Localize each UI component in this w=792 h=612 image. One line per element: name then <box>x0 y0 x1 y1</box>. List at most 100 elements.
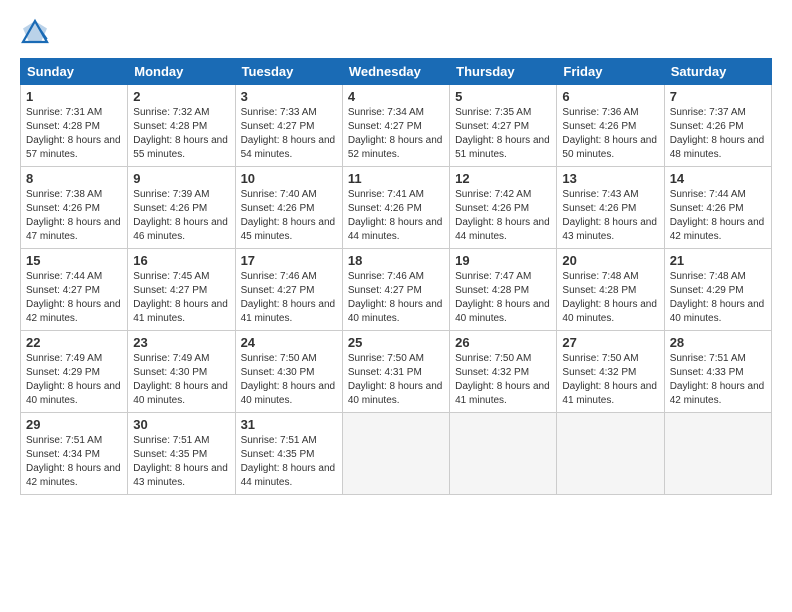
day-number: 9 <box>133 171 229 186</box>
day-cell-1: 1 Sunrise: 7:31 AMSunset: 4:28 PMDaylight… <box>21 85 128 167</box>
day-info: Sunrise: 7:47 AMSunset: 4:28 PMDaylight:… <box>455 271 550 324</box>
day-info: Sunrise: 7:46 AMSunset: 4:27 PMDaylight:… <box>348 271 443 324</box>
day-number: 4 <box>348 89 444 104</box>
empty-cell <box>450 413 557 495</box>
day-info: Sunrise: 7:42 AMSunset: 4:26 PMDaylight:… <box>455 189 550 242</box>
day-cell-10: 10 Sunrise: 7:40 AMSunset: 4:26 PMDayligh… <box>235 167 342 249</box>
day-number: 3 <box>241 89 337 104</box>
day-info: Sunrise: 7:36 AMSunset: 4:26 PMDaylight:… <box>562 107 657 160</box>
week-row-3: 22 Sunrise: 7:49 AMSunset: 4:29 PMDayligh… <box>21 331 772 413</box>
day-number: 12 <box>455 171 551 186</box>
week-row-4: 29 Sunrise: 7:51 AMSunset: 4:34 PMDayligh… <box>21 413 772 495</box>
day-cell-6: 6 Sunrise: 7:36 AMSunset: 4:26 PMDaylight… <box>557 85 664 167</box>
day-number: 24 <box>241 335 337 350</box>
page: SundayMondayTuesdayWednesdayThursdayFrid… <box>0 0 792 505</box>
day-number: 20 <box>562 253 658 268</box>
day-number: 25 <box>348 335 444 350</box>
day-info: Sunrise: 7:49 AMSunset: 4:30 PMDaylight:… <box>133 353 228 406</box>
day-number: 10 <box>241 171 337 186</box>
day-info: Sunrise: 7:46 AMSunset: 4:27 PMDaylight:… <box>241 271 336 324</box>
day-cell-9: 9 Sunrise: 7:39 AMSunset: 4:26 PMDaylight… <box>128 167 235 249</box>
day-cell-5: 5 Sunrise: 7:35 AMSunset: 4:27 PMDaylight… <box>450 85 557 167</box>
day-cell-18: 18 Sunrise: 7:46 AMSunset: 4:27 PMDayligh… <box>342 249 449 331</box>
week-row-1: 8 Sunrise: 7:38 AMSunset: 4:26 PMDaylight… <box>21 167 772 249</box>
day-number: 2 <box>133 89 229 104</box>
logo <box>20 18 54 48</box>
day-number: 15 <box>26 253 122 268</box>
day-info: Sunrise: 7:35 AMSunset: 4:27 PMDaylight:… <box>455 107 550 160</box>
day-number: 16 <box>133 253 229 268</box>
day-number: 23 <box>133 335 229 350</box>
empty-cell <box>664 413 771 495</box>
calendar-header: SundayMondayTuesdayWednesdayThursdayFrid… <box>21 59 772 85</box>
day-cell-21: 21 Sunrise: 7:48 AMSunset: 4:29 PMDayligh… <box>664 249 771 331</box>
day-info: Sunrise: 7:50 AMSunset: 4:31 PMDaylight:… <box>348 353 443 406</box>
header-monday: Monday <box>128 59 235 85</box>
day-info: Sunrise: 7:51 AMSunset: 4:35 PMDaylight:… <box>133 435 228 488</box>
day-info: Sunrise: 7:48 AMSunset: 4:28 PMDaylight:… <box>562 271 657 324</box>
day-number: 30 <box>133 417 229 432</box>
day-number: 29 <box>26 417 122 432</box>
day-number: 17 <box>241 253 337 268</box>
day-cell-16: 16 Sunrise: 7:45 AMSunset: 4:27 PMDayligh… <box>128 249 235 331</box>
day-info: Sunrise: 7:41 AMSunset: 4:26 PMDaylight:… <box>348 189 443 242</box>
day-info: Sunrise: 7:43 AMSunset: 4:26 PMDaylight:… <box>562 189 657 242</box>
calendar-body: 1 Sunrise: 7:31 AMSunset: 4:28 PMDaylight… <box>21 85 772 495</box>
day-cell-26: 26Sunrise: 7:50 AMSunset: 4:32 PMDayligh… <box>450 331 557 413</box>
calendar: SundayMondayTuesdayWednesdayThursdayFrid… <box>20 58 772 495</box>
day-cell-3: 3Sunrise: 7:33 AMSunset: 4:27 PMDaylight… <box>235 85 342 167</box>
day-info: Sunrise: 7:50 AMSunset: 4:32 PMDaylight:… <box>455 353 550 406</box>
day-cell-28: 28Sunrise: 7:51 AMSunset: 4:33 PMDayligh… <box>664 331 771 413</box>
day-info: Sunrise: 7:31 AMSunset: 4:28 PMDaylight:… <box>26 107 121 160</box>
day-info: Sunrise: 7:39 AMSunset: 4:26 PMDaylight:… <box>133 189 228 242</box>
day-number: 11 <box>348 171 444 186</box>
day-number: 1 <box>26 89 122 104</box>
day-info: Sunrise: 7:44 AMSunset: 4:27 PMDaylight:… <box>26 271 121 324</box>
day-info: Sunrise: 7:37 AMSunset: 4:26 PMDaylight:… <box>670 107 765 160</box>
day-info: Sunrise: 7:34 AMSunset: 4:27 PMDaylight:… <box>348 107 443 160</box>
day-cell-4: 4 Sunrise: 7:34 AMSunset: 4:27 PMDaylight… <box>342 85 449 167</box>
day-cell-19: 19 Sunrise: 7:47 AMSunset: 4:28 PMDayligh… <box>450 249 557 331</box>
header-tuesday: Tuesday <box>235 59 342 85</box>
day-number: 28 <box>670 335 766 350</box>
day-cell-24: 24 Sunrise: 7:50 AMSunset: 4:30 PMDayligh… <box>235 331 342 413</box>
day-number: 18 <box>348 253 444 268</box>
day-number: 22 <box>26 335 122 350</box>
day-number: 5 <box>455 89 551 104</box>
header-wednesday: Wednesday <box>342 59 449 85</box>
day-info: Sunrise: 7:49 AMSunset: 4:29 PMDaylight:… <box>26 353 121 406</box>
header-friday: Friday <box>557 59 664 85</box>
day-number: 13 <box>562 171 658 186</box>
day-cell-22: 22 Sunrise: 7:49 AMSunset: 4:29 PMDayligh… <box>21 331 128 413</box>
day-info: Sunrise: 7:48 AMSunset: 4:29 PMDaylight:… <box>670 271 765 324</box>
day-info: Sunrise: 7:51 AMSunset: 4:34 PMDaylight:… <box>26 435 121 488</box>
day-cell-27: 27 Sunrise: 7:50 AMSunset: 4:32 PMDayligh… <box>557 331 664 413</box>
day-number: 7 <box>670 89 766 104</box>
day-cell-23: 23 Sunrise: 7:49 AMSunset: 4:30 PMDayligh… <box>128 331 235 413</box>
day-cell-15: 15 Sunrise: 7:44 AMSunset: 4:27 PMDayligh… <box>21 249 128 331</box>
day-info: Sunrise: 7:38 AMSunset: 4:26 PMDaylight:… <box>26 189 121 242</box>
week-row-2: 15 Sunrise: 7:44 AMSunset: 4:27 PMDayligh… <box>21 249 772 331</box>
day-info: Sunrise: 7:44 AMSunset: 4:26 PMDaylight:… <box>670 189 765 242</box>
day-info: Sunrise: 7:50 AMSunset: 4:30 PMDaylight:… <box>241 353 336 406</box>
day-info: Sunrise: 7:32 AMSunset: 4:28 PMDaylight:… <box>133 107 228 160</box>
day-info: Sunrise: 7:40 AMSunset: 4:26 PMDaylight:… <box>241 189 336 242</box>
day-cell-12: 12 Sunrise: 7:42 AMSunset: 4:26 PMDayligh… <box>450 167 557 249</box>
day-number: 8 <box>26 171 122 186</box>
header <box>20 18 772 48</box>
day-number: 21 <box>670 253 766 268</box>
day-cell-7: 7 Sunrise: 7:37 AMSunset: 4:26 PMDaylight… <box>664 85 771 167</box>
day-number: 19 <box>455 253 551 268</box>
day-cell-31: 31Sunrise: 7:51 AMSunset: 4:35 PMDayligh… <box>235 413 342 495</box>
logo-icon <box>20 18 50 48</box>
day-number: 27 <box>562 335 658 350</box>
day-info: Sunrise: 7:45 AMSunset: 4:27 PMDaylight:… <box>133 271 228 324</box>
day-cell-8: 8 Sunrise: 7:38 AMSunset: 4:26 PMDaylight… <box>21 167 128 249</box>
day-info: Sunrise: 7:50 AMSunset: 4:32 PMDaylight:… <box>562 353 657 406</box>
day-number: 31 <box>241 417 337 432</box>
day-cell-11: 11 Sunrise: 7:41 AMSunset: 4:26 PMDayligh… <box>342 167 449 249</box>
day-number: 6 <box>562 89 658 104</box>
day-cell-25: 25 Sunrise: 7:50 AMSunset: 4:31 PMDayligh… <box>342 331 449 413</box>
header-saturday: Saturday <box>664 59 771 85</box>
empty-cell <box>342 413 449 495</box>
